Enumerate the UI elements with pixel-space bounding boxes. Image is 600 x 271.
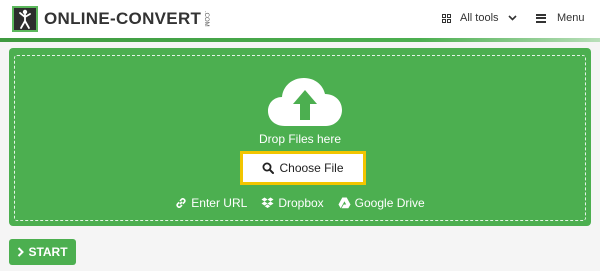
cloud-upload-icon (268, 78, 342, 126)
start-label: START (28, 245, 68, 259)
choose-file-button[interactable]: Choose File (243, 154, 363, 182)
all-tools-label: All tools (460, 12, 499, 24)
grid-icon (442, 13, 451, 23)
search-icon (262, 162, 275, 174)
dropbox-icon (261, 197, 274, 208)
file-dropzone[interactable]: Drop Files here Choose File Enter URL Dr… (14, 55, 586, 221)
link-icon (176, 198, 186, 208)
google-drive-link[interactable]: Google Drive (338, 196, 425, 210)
logo-text: ONLINE-CONVERT (44, 9, 202, 28)
logo-suffix: .COM (203, 11, 210, 27)
choose-file-label: Choose File (279, 161, 344, 175)
menu-button[interactable]: Menu (536, 12, 585, 24)
google-drive-icon (338, 197, 351, 209)
upload-area: Drop Files here Choose File Enter URL Dr… (9, 48, 591, 226)
menu-label: Menu (557, 12, 585, 24)
dropbox-link[interactable]: Dropbox (261, 196, 324, 210)
upload-sources: Enter URL Dropbox Google Drive (15, 196, 585, 210)
drop-files-text: Drop Files here (258, 132, 342, 146)
enter-url-link[interactable]: Enter URL (175, 196, 247, 210)
enter-url-label: Enter URL (191, 196, 248, 210)
chevron-down-icon (507, 13, 517, 24)
all-tools-dropdown[interactable]: All tools (442, 12, 517, 24)
header-divider (0, 38, 600, 42)
site-logo[interactable]: ONLINE-CONVERT .COM (12, 5, 209, 33)
chevron-right-icon (18, 247, 25, 257)
dropbox-label: Dropbox (278, 196, 324, 210)
hamburger-icon (536, 13, 546, 23)
start-button[interactable]: START (9, 239, 76, 265)
choose-file-highlight: Choose File (240, 151, 366, 185)
header: ONLINE-CONVERT .COM All tools Menu (0, 0, 600, 38)
google-drive-label: Google Drive (354, 196, 425, 210)
logo-icon (12, 6, 38, 32)
